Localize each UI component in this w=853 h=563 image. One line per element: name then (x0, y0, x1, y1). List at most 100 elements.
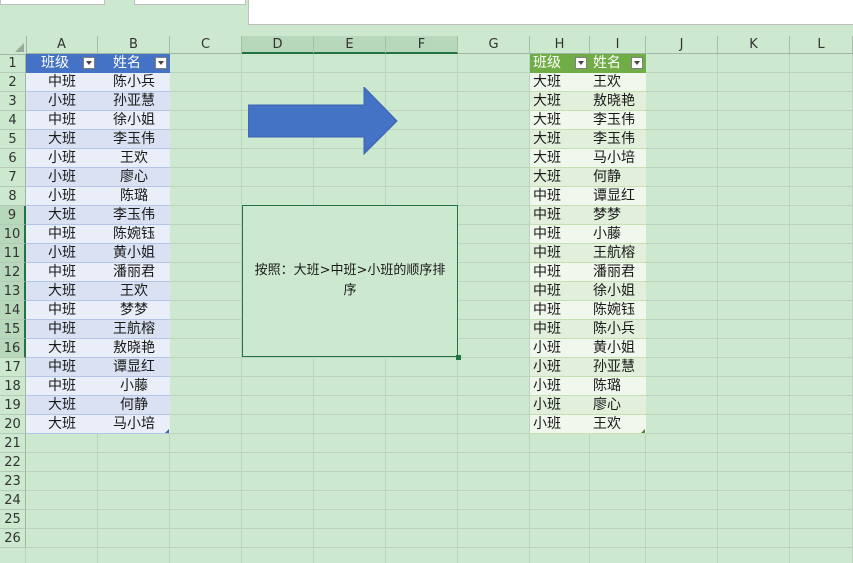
table-cell[interactable]: 大班 (26, 415, 98, 434)
table-cell[interactable]: 李玉伟 (590, 130, 646, 149)
table-cell[interactable]: 何静 (590, 168, 646, 187)
row-header-20[interactable]: 20 (0, 415, 26, 434)
table-cell[interactable]: 梦梦 (590, 206, 646, 225)
table-cell[interactable]: 大班 (530, 92, 590, 111)
table-cell[interactable]: 中班 (530, 225, 590, 244)
column-header-g[interactable]: G (458, 36, 530, 54)
filter-dropdown-icon[interactable] (83, 57, 95, 69)
table-cell[interactable]: 王欢 (590, 415, 646, 434)
textbox-resize-handle[interactable] (456, 355, 461, 360)
table-cell[interactable]: 廖心 (590, 396, 646, 415)
row-header-22[interactable]: 22 (0, 453, 26, 472)
table-cell[interactable]: 中班 (530, 320, 590, 339)
table-cell[interactable]: 马小培 (590, 149, 646, 168)
table-cell[interactable]: 小班 (26, 244, 98, 263)
table-cell[interactable]: 李玉伟 (98, 130, 170, 149)
table-cell[interactable]: 黄小姐 (98, 244, 170, 263)
table-cell[interactable]: 小班 (530, 415, 590, 434)
row-header-19[interactable]: 19 (0, 396, 26, 415)
table-cell[interactable]: 中班 (26, 73, 98, 92)
row-header-8[interactable]: 8 (0, 187, 26, 206)
table-cell[interactable]: 大班 (530, 149, 590, 168)
table-cell[interactable]: 敖晓艳 (590, 92, 646, 111)
table-cell[interactable]: 中班 (530, 206, 590, 225)
filter-dropdown-icon[interactable] (631, 57, 643, 69)
table-cell[interactable]: 小班 (26, 92, 98, 111)
table-cell[interactable]: 大班 (530, 168, 590, 187)
table-cell[interactable]: 徐小姐 (98, 111, 170, 130)
row-header-24[interactable]: 24 (0, 491, 26, 510)
column-header-i[interactable]: I (590, 36, 646, 54)
table-cell[interactable]: 中班 (26, 301, 98, 320)
column-header-b[interactable]: B (98, 36, 170, 54)
table-cell[interactable]: 大班 (26, 396, 98, 415)
row-header-18[interactable]: 18 (0, 377, 26, 396)
table-cell[interactable]: 李玉伟 (98, 206, 170, 225)
table-cell[interactable]: 王欢 (98, 149, 170, 168)
table-cell[interactable]: 谭显红 (98, 358, 170, 377)
table-cell[interactable]: 孙亚慧 (590, 358, 646, 377)
row-header-5[interactable]: 5 (0, 130, 26, 149)
note-textbox[interactable]: 按照：大班>中班>小班的顺序排序 (242, 205, 458, 357)
table-cell[interactable]: 中班 (26, 358, 98, 377)
table-cell[interactable]: 小班 (530, 358, 590, 377)
column-header-e[interactable]: E (314, 36, 386, 54)
table-cell[interactable]: 陈璐 (590, 377, 646, 396)
row-header-7[interactable]: 7 (0, 168, 26, 187)
select-all-corner[interactable] (0, 36, 27, 55)
row-header-6[interactable]: 6 (0, 149, 26, 168)
row-header-2[interactable]: 2 (0, 73, 26, 92)
table-cell[interactable]: 中班 (530, 301, 590, 320)
table-cell[interactable]: 廖心 (98, 168, 170, 187)
table-cell[interactable]: 陈小兵 (98, 73, 170, 92)
row-header-26[interactable]: 26 (0, 529, 26, 548)
table-cell[interactable]: 王航榕 (98, 320, 170, 339)
table-cell[interactable]: 小班 (26, 187, 98, 206)
filter-dropdown-icon[interactable] (575, 57, 587, 69)
table-cell[interactable]: 大班 (26, 130, 98, 149)
table-cell[interactable]: 中班 (530, 282, 590, 301)
table-cell[interactable]: 大班 (26, 206, 98, 225)
table-cell[interactable]: 中班 (26, 225, 98, 244)
table-cell[interactable]: 梦梦 (98, 301, 170, 320)
row-header-9[interactable]: 9 (0, 206, 26, 225)
table-cell[interactable]: 王欢 (590, 73, 646, 92)
table-cell[interactable]: 中班 (26, 111, 98, 130)
column-header-d[interactable]: D (242, 36, 314, 54)
table-cell[interactable]: 中班 (530, 187, 590, 206)
table-cell[interactable]: 小班 (530, 377, 590, 396)
right-arrow-shape[interactable] (248, 87, 398, 155)
table-cell[interactable]: 小班 (26, 168, 98, 187)
table-cell[interactable]: 陈小兵 (590, 320, 646, 339)
table-cell[interactable]: 小班 (530, 396, 590, 415)
table-cell[interactable]: 孙亚慧 (98, 92, 170, 111)
table-cell[interactable]: 徐小姐 (590, 282, 646, 301)
table-cell[interactable]: 王欢 (98, 282, 170, 301)
column-header-j[interactable]: J (646, 36, 718, 54)
row-header-23[interactable]: 23 (0, 472, 26, 491)
row-header-1[interactable]: 1 (0, 54, 26, 73)
table-cell[interactable]: 中班 (26, 263, 98, 282)
table-resize-handle-icon[interactable] (641, 429, 645, 433)
table-cell[interactable]: 小藤 (98, 377, 170, 396)
table-cell[interactable]: 李玉伟 (590, 111, 646, 130)
table-cell[interactable]: 陈婉钰 (590, 301, 646, 320)
table-cell[interactable]: 黄小姐 (590, 339, 646, 358)
filter-dropdown-icon[interactable] (155, 57, 167, 69)
column-header-h[interactable]: H (530, 36, 590, 54)
column-header-f[interactable]: F (386, 36, 458, 54)
table-cell[interactable]: 中班 (26, 320, 98, 339)
row-header-17[interactable]: 17 (0, 358, 26, 377)
table-cell[interactable]: 小班 (26, 149, 98, 168)
column-header-l[interactable]: L (790, 36, 853, 54)
table-cell[interactable]: 谭显红 (590, 187, 646, 206)
table-cell[interactable]: 敖晓艳 (98, 339, 170, 358)
table-cell[interactable]: 王航榕 (590, 244, 646, 263)
table-cell[interactable]: 大班 (530, 130, 590, 149)
row-header-21[interactable]: 21 (0, 434, 26, 453)
column-header-a[interactable]: A (26, 36, 98, 54)
table-cell[interactable]: 大班 (530, 111, 590, 130)
row-header-11[interactable]: 11 (0, 244, 26, 263)
table-cell[interactable]: 大班 (26, 339, 98, 358)
row-header-3[interactable]: 3 (0, 92, 26, 111)
